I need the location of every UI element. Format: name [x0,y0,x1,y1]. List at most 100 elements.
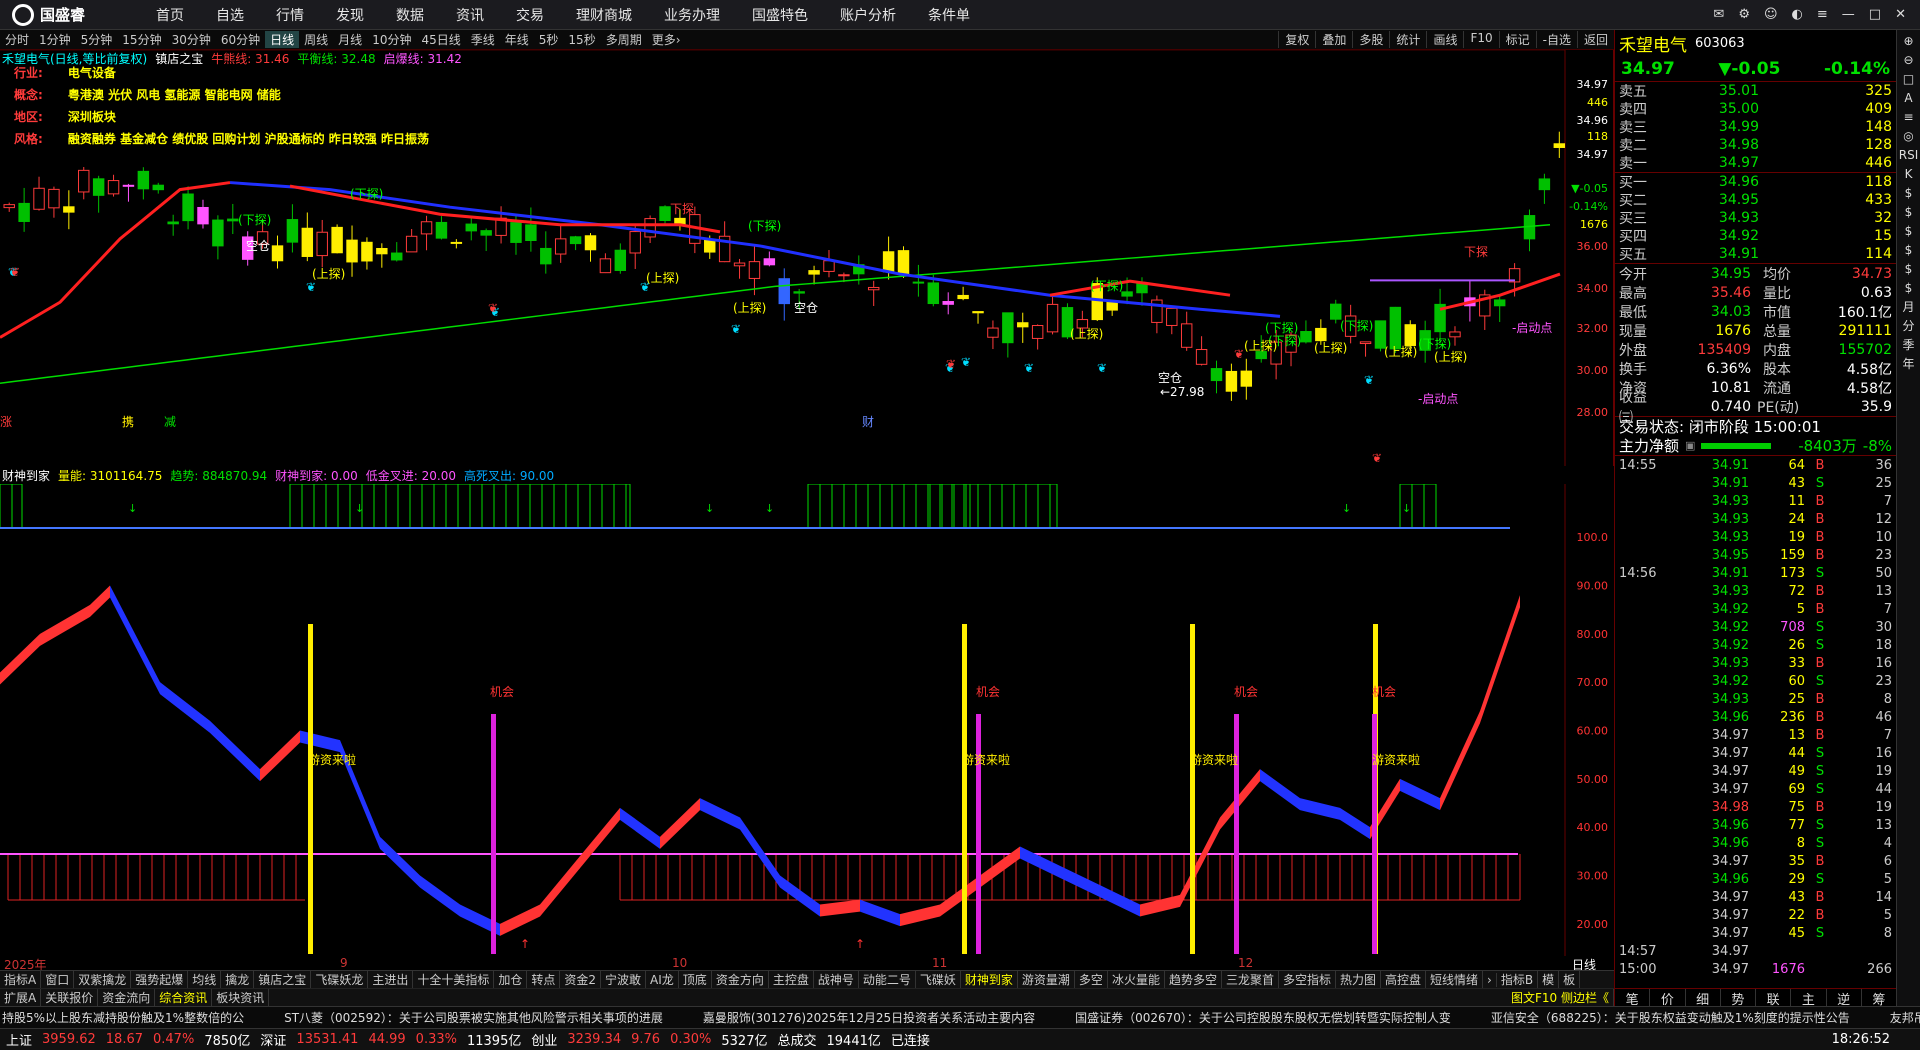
quote-tab[interactable]: 联 [1756,989,1792,1008]
quote-tab[interactable]: 价 [1650,989,1686,1008]
candle-body[interactable] [480,230,492,236]
sidebar-tool[interactable]: □ [1903,72,1914,86]
indicator-tab[interactable]: 热力图 [1336,971,1382,988]
netflow-toggle-icon[interactable]: ▣ [1685,439,1695,452]
quote-tab[interactable]: 势 [1721,989,1756,1008]
candle-body[interactable] [1136,283,1148,294]
sidebar-tool[interactable]: RSI [1899,148,1919,162]
candle-body[interactable] [927,282,940,305]
indicator-tab[interactable]: 冰火量能 [1108,971,1165,988]
sidebar-tool[interactable]: 分 [1902,319,1914,333]
candle-body[interactable] [912,281,925,284]
candle-body[interactable] [823,260,835,272]
candle-body[interactable] [316,231,328,257]
indicator-tab[interactable]: 高控盘 [1381,971,1427,988]
indicator-tab[interactable]: 多空 [1075,971,1108,988]
period-tab[interactable]: 年线 [500,31,534,48]
indicator-tab[interactable]: 擒龙 [221,971,255,988]
candle-body[interactable] [525,224,537,241]
candle-body[interactable] [838,274,850,277]
indicator-tab[interactable]: 三龙聚首 [1222,971,1279,988]
candle-body[interactable] [882,251,895,273]
ask-row[interactable]: 卖五 35.01 325 [1615,82,1896,100]
bid-row[interactable]: 买三 34.93 32 [1615,209,1896,227]
indicator-tab[interactable]: 加仓 [494,971,528,988]
candle-body[interactable] [107,180,120,195]
period-tab[interactable]: 45日线 [416,31,465,48]
indicator-tab[interactable]: 宁波敢 [601,971,647,988]
extension-tab[interactable]: 扩展A [0,989,42,1006]
candle-body[interactable] [405,235,418,253]
period-tab[interactable]: 多周期 [601,31,647,48]
user-icon[interactable]: ☺ [1764,7,1778,22]
sidebar-tool[interactable]: $ [1905,281,1913,295]
candle-body[interactable] [3,204,15,209]
candle-body[interactable] [1031,325,1044,339]
candle-body[interactable] [78,169,90,193]
indicator-tab[interactable]: › [1483,972,1497,987]
toolbar-action[interactable]: 统计 [1389,31,1426,48]
candle-body[interactable] [212,219,224,247]
candle-body[interactable] [584,235,597,251]
menu-item[interactable]: 首页 [140,5,200,25]
indicator-tab[interactable]: AI龙 [646,971,679,988]
candle-body[interactable] [1330,303,1342,320]
candle-body[interactable] [972,311,984,314]
candle-body[interactable] [92,178,105,196]
bid-row[interactable]: 买一 34.96 118 [1615,173,1896,191]
candle-body[interactable] [1180,323,1193,348]
period-tab[interactable]: 10分钟 [367,31,416,48]
candle-body[interactable] [1195,349,1208,365]
indicator-tab[interactable]: 转点 [527,971,561,988]
indicator-tab[interactable]: 顶底 [679,971,712,988]
indicator-tab[interactable]: 指标B [1497,971,1539,988]
indicator-tab[interactable]: 板 [1559,971,1581,988]
quote-tab[interactable]: 笔 [1615,989,1651,1008]
candle-body[interactable] [346,239,358,263]
candle-body[interactable] [614,249,627,271]
menu-item[interactable]: 自选 [200,5,260,25]
candle-body[interactable] [33,187,45,210]
candle-body[interactable] [987,327,999,338]
candle-body[interactable] [1121,291,1133,297]
candle-body[interactable] [1359,341,1372,345]
candle-body[interactable] [778,278,790,305]
ask-row[interactable]: 卖二 34.98 128 [1615,136,1896,154]
menu-item[interactable]: 账户分析 [824,5,912,25]
candle-body[interactable] [897,250,910,275]
extension-tab[interactable]: 板块资讯 [212,989,270,1006]
ask-row[interactable]: 卖一 34.97 446 [1615,154,1896,172]
period-tab[interactable]: 周线 [299,31,333,48]
candle-body[interactable] [659,206,671,222]
candle-body[interactable] [391,252,403,261]
extension-tab[interactable]: 资金流向 [98,989,156,1006]
menu-item[interactable]: 发现 [320,5,380,25]
news-item[interactable]: ST八菱（002592）：关于公司股票被实施其他风险警示相关事项的进展 [284,1009,663,1026]
menu-item[interactable]: 交易 [500,5,560,25]
period-tab[interactable]: 5秒 [534,31,564,48]
quote-tab[interactable]: 细 [1686,989,1721,1008]
news-item[interactable]: 嘉曼服饰(301276)2025年12月25日投资者关系活动主要内容 [703,1009,1035,1026]
toolbar-action[interactable]: 画线 [1426,31,1463,48]
bid-row[interactable]: 买五 34.91 114 [1615,245,1896,263]
f10-toggle[interactable]: 图文F10 侧边栏《 [1507,989,1614,1006]
candle-body[interactable] [197,206,209,225]
candle-body[interactable] [1106,301,1118,311]
candle-body[interactable] [942,301,954,305]
news-item[interactable]: 国盛证券（002670）：关于公司控股股东股权无偿划转暨实际控制人变 [1075,1009,1451,1026]
menu-item[interactable]: 国盛特色 [736,5,824,25]
menu-item[interactable]: 行情 [260,5,320,25]
indicator-tab[interactable]: 动能二号 [859,971,916,988]
candle-body[interactable] [122,184,135,187]
menu-item[interactable]: 资讯 [440,5,500,25]
extension-tab[interactable]: 综合资讯 [155,989,213,1006]
indicator-tab[interactable]: 强势起爆 [131,971,189,988]
candle-body[interactable] [182,193,194,222]
candle-body[interactable] [599,258,612,274]
indicator-tab[interactable]: 主进出 [368,971,414,988]
candle-body[interactable] [1166,307,1178,326]
candle-body[interactable] [63,206,75,213]
sidebar-tool[interactable]: 年 [1902,357,1914,371]
news-item[interactable]: 持股5%以上股东减持股份触及1%整数倍的公 [2,1009,244,1026]
candle-body[interactable] [1300,331,1312,343]
